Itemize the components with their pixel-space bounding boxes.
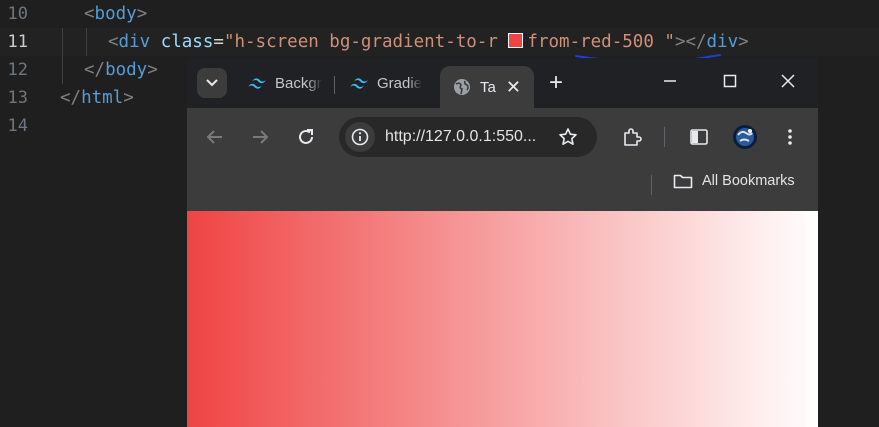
line-number: 12: [7, 60, 28, 80]
all-bookmarks-button[interactable]: All Bookmarks: [673, 173, 795, 189]
back-icon[interactable]: [203, 125, 227, 149]
browser-toolbar: http://127.0.0.1:550...: [187, 108, 818, 166]
tab-title: Backgr: [275, 74, 322, 92]
extensions-icon[interactable]: [620, 125, 644, 149]
side-panel-icon[interactable]: [687, 125, 711, 149]
forward-icon[interactable]: [248, 125, 272, 149]
more-menu-icon[interactable]: [778, 125, 802, 149]
tab-separator: [334, 76, 335, 94]
tab-active[interactable]: Ta ✕: [440, 66, 534, 108]
line-number: 11: [7, 32, 28, 52]
minimize-icon[interactable]: [655, 70, 685, 94]
chevron-down-icon: [206, 79, 218, 87]
tab-title: Gradie: [377, 74, 423, 92]
code-line-10[interactable]: 10 <body>: [0, 0, 879, 28]
all-bookmarks-label: All Bookmarks: [702, 173, 795, 189]
code-text[interactable]: <body>: [84, 0, 147, 28]
toolbar-separator: [664, 127, 665, 147]
page-gradient-content: [187, 211, 818, 427]
indent-guide: [62, 28, 63, 84]
code-text[interactable]: </html>: [60, 84, 134, 112]
globe-icon: [452, 77, 472, 97]
indent-guide: [86, 28, 87, 56]
browser-window[interactable]: Backgr Gradie Ta ✕ + http://127.0.0.1:55…: [187, 58, 818, 427]
bookmarks-separator: [651, 175, 652, 195]
code-line-11[interactable]: 11 <div class="h-screen bg-gradient-to-r…: [0, 28, 879, 56]
close-window-icon[interactable]: [773, 70, 803, 94]
tab-title: Ta: [480, 78, 496, 96]
line-number: 14: [7, 116, 28, 136]
tab-strip: Backgr Gradie Ta ✕ +: [187, 58, 818, 108]
folder-icon: [673, 174, 693, 189]
close-tab-icon[interactable]: ✕: [506, 77, 521, 98]
tailwind-icon: [247, 73, 267, 93]
new-tab-button[interactable]: +: [549, 71, 563, 95]
bookmark-star-icon[interactable]: [556, 125, 580, 149]
maximize-icon[interactable]: [715, 70, 745, 94]
tab-search-button[interactable]: [197, 68, 227, 98]
tailwind-icon: [349, 73, 369, 93]
profile-avatar[interactable]: [731, 123, 759, 151]
tab-gradient[interactable]: Gradie: [349, 66, 427, 100]
tag-body-open: body: [94, 4, 137, 24]
line-number: 10: [7, 4, 28, 24]
code-text[interactable]: </body>: [84, 56, 158, 84]
tab-background[interactable]: Backgr: [247, 66, 325, 100]
site-info-icon[interactable]: [345, 122, 375, 152]
bookmarks-bar: All Bookmarks: [187, 166, 818, 211]
url-text[interactable]: http://127.0.0.1:550...: [385, 117, 536, 157]
color-swatch[interactable]: [508, 33, 524, 48]
reload-icon[interactable]: [294, 125, 318, 149]
line-number: 13: [7, 88, 28, 108]
